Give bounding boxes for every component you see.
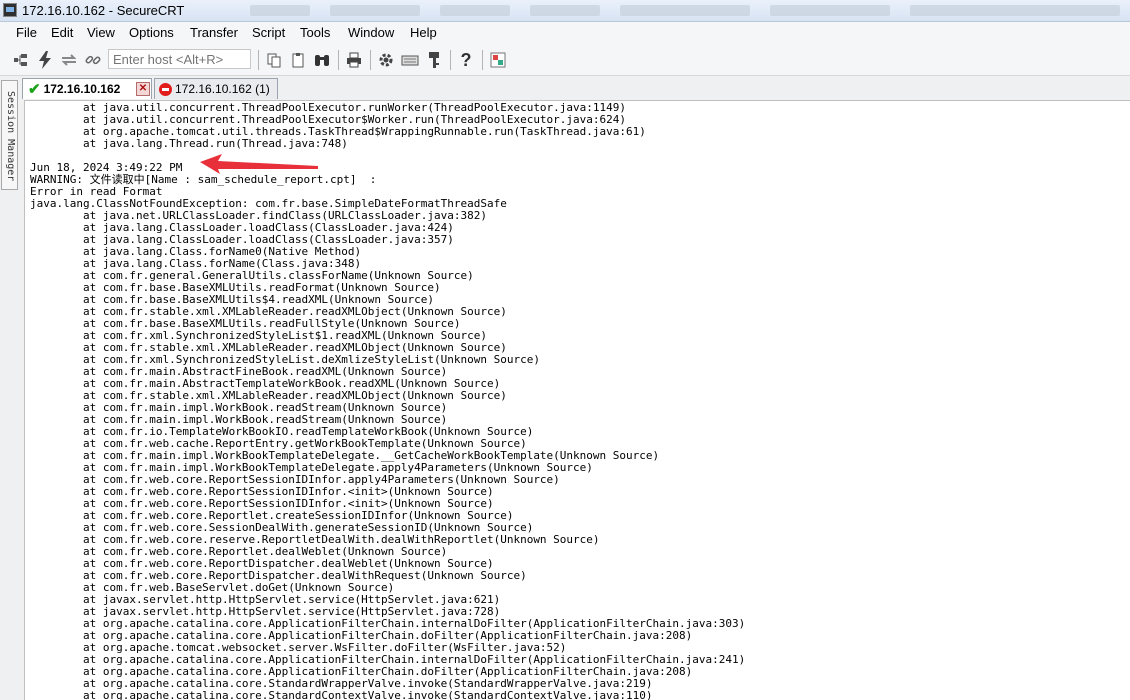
- title-bar: 172.16.10.162 - SecureCRT: [0, 0, 1130, 22]
- session-manager-label: Session Manager: [5, 91, 16, 182]
- menu-file[interactable]: File: [16, 25, 37, 40]
- blurred-title-segment: [250, 5, 310, 16]
- terminal-line: at org.apache.catalina.core.StandardCont…: [30, 689, 653, 700]
- tab-label: 172.16.10.162: [43, 82, 121, 96]
- menu-bar: File Edit View Options Transfer Script T…: [0, 22, 1130, 44]
- toolbar: ?: [0, 44, 1130, 76]
- disconnect-chain-icon[interactable]: [84, 51, 102, 69]
- blurred-title-segment: [330, 5, 420, 16]
- tab-label: 172.16.10.162 (1): [175, 82, 270, 96]
- toolbar-separator: [450, 50, 451, 70]
- toolbar-separator: [258, 50, 259, 70]
- terminal-line: at java.lang.Thread.run(Thread.java:748): [30, 137, 348, 150]
- enter-host-input[interactable]: [108, 49, 251, 69]
- session-manager-toggle[interactable]: Session Manager: [1, 80, 18, 190]
- print-icon[interactable]: [345, 51, 363, 69]
- menu-tools[interactable]: Tools: [300, 25, 330, 40]
- toolbar-separator: [482, 50, 483, 70]
- connect-bar-icon[interactable]: [12, 51, 30, 69]
- session-options-gear-icon[interactable]: [377, 51, 395, 69]
- terminal-output[interactable]: at java.util.concurrent.ThreadPoolExecut…: [24, 100, 1130, 700]
- find-binoculars-icon[interactable]: [313, 51, 331, 69]
- tab-session-2[interactable]: 172.16.10.162 (1): [154, 78, 278, 99]
- terminal-lines: at java.util.concurrent.ThreadPoolExecut…: [30, 102, 745, 700]
- menu-window[interactable]: Window: [348, 25, 394, 40]
- keymap-keyboard-icon[interactable]: [401, 51, 419, 69]
- securecrt-app-icon[interactable]: [3, 3, 17, 17]
- menu-view[interactable]: View: [87, 25, 115, 40]
- reconnect-icon[interactable]: [60, 51, 78, 69]
- disconnected-status-icon: [159, 82, 172, 96]
- blurred-title-segment: [620, 5, 750, 16]
- blurred-title-segment: [770, 5, 890, 16]
- connected-check-icon: ✔: [28, 81, 41, 98]
- paste-icon[interactable]: [289, 51, 307, 69]
- menu-script[interactable]: Script: [252, 25, 285, 40]
- blurred-title-segment: [910, 5, 1120, 16]
- blurred-title-segment: [440, 5, 510, 16]
- menu-help[interactable]: Help: [410, 25, 437, 40]
- close-tab-icon[interactable]: ✕: [136, 82, 150, 96]
- help-question-icon[interactable]: ?: [457, 50, 475, 70]
- copy-icon[interactable]: [265, 51, 283, 69]
- menu-transfer[interactable]: Transfer: [190, 25, 238, 40]
- sftp-icon[interactable]: [489, 51, 507, 69]
- toolbar-separator: [370, 50, 371, 70]
- toolbar-separator: [338, 50, 339, 70]
- window-title: 172.16.10.162 - SecureCRT: [22, 3, 185, 18]
- menu-edit[interactable]: Edit: [51, 25, 73, 40]
- key-agent-key-icon[interactable]: [425, 51, 443, 69]
- tab-session-1[interactable]: ✔ 172.16.10.162 ✕: [22, 78, 152, 99]
- annotation-arrow-icon: [200, 154, 318, 174]
- session-tabs: ✔ 172.16.10.162 ✕ 172.16.10.162 (1): [20, 76, 1130, 100]
- quick-connect-lightning-icon[interactable]: [36, 51, 54, 69]
- session-manager-panel: Session Manager: [0, 76, 20, 700]
- menu-options[interactable]: Options: [129, 25, 174, 40]
- blurred-title-segment: [530, 5, 600, 16]
